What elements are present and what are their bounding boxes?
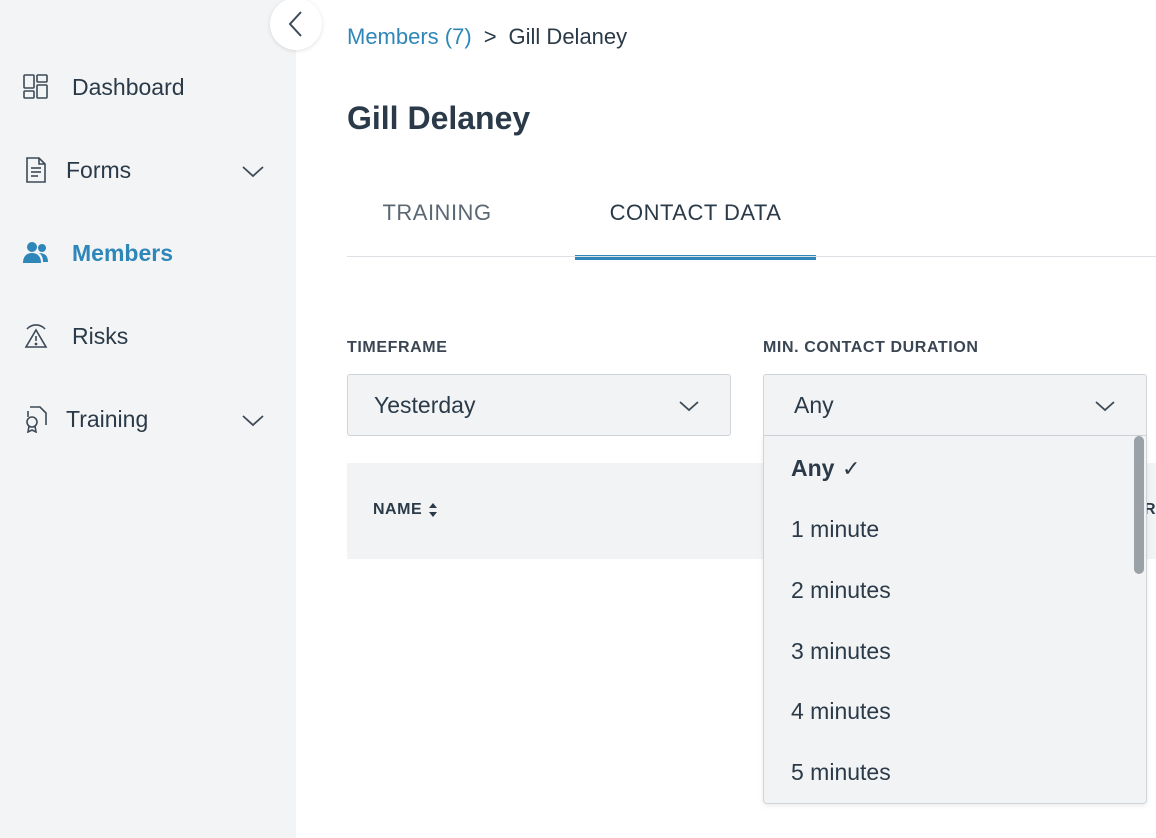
duration-dropdown-list: Any ✓ 1 minute 2 minutes 3 minutes 4 min… (763, 436, 1147, 804)
timeframe-value: Yesterday (374, 392, 476, 418)
breadcrumb: Members (7) > Gill Delaney (347, 24, 627, 50)
option-label: Any (791, 455, 835, 481)
dropdown-scrollbar[interactable] (1134, 436, 1144, 574)
collapse-sidebar-button[interactable] (270, 0, 322, 50)
chevron-down-icon (679, 401, 699, 412)
page-title: Gill Delaney (347, 100, 531, 136)
form-document-icon (26, 157, 46, 183)
certificate-icon (26, 406, 47, 433)
dropdown-option-any[interactable]: Any ✓ (764, 438, 1134, 498)
chevron-left-icon (288, 11, 302, 37)
dropdown-option-3-minutes[interactable]: 3 minutes (764, 621, 1134, 681)
sidebar-item-training[interactable]: Training (0, 389, 296, 449)
sort-icon (429, 503, 438, 517)
sidebar: Dashboard Forms Members Risks Training (0, 0, 296, 838)
tab-contact-data[interactable]: CONTACT DATA (575, 196, 816, 260)
timeframe-select[interactable]: Yesterday (347, 374, 731, 436)
dropdown-option-2-minutes[interactable]: 2 minutes (764, 560, 1134, 620)
dropdown-option-4-minutes[interactable]: 4 minutes (764, 681, 1134, 741)
check-icon: ✓ (842, 456, 861, 481)
duration-label: MIN. CONTACT DURATION (763, 339, 979, 356)
duration-select[interactable]: Any (763, 374, 1147, 436)
sidebar-item-label: Forms (66, 156, 132, 183)
tabs-divider (347, 256, 1156, 257)
sidebar-item-risks[interactable]: Risks (0, 306, 296, 366)
people-icon (23, 242, 48, 263)
sidebar-item-label: Dashboard (72, 73, 185, 100)
timeframe-label: TIMEFRAME (347, 339, 448, 356)
dashboard-grid-icon (23, 74, 48, 99)
option-label: 3 minutes (791, 638, 891, 664)
option-label: 1 minute (791, 516, 880, 542)
sidebar-item-label: Members (72, 239, 173, 266)
option-label: 2 minutes (791, 577, 891, 603)
sidebar-item-label: Training (66, 405, 149, 432)
option-label: 4 minutes (791, 698, 891, 724)
chevron-down-icon[interactable] (240, 407, 266, 433)
warning-triangle-icon (24, 324, 48, 348)
option-label: 5 minutes (791, 759, 891, 785)
tab-training[interactable]: TRAINING (347, 196, 527, 260)
chevron-down-icon[interactable] (240, 158, 266, 184)
breadcrumb-separator: > (483, 24, 497, 49)
duration-value: Any (794, 392, 834, 418)
chevron-down-icon (1095, 401, 1115, 412)
sidebar-item-members[interactable]: Members (0, 223, 296, 283)
sidebar-item-forms[interactable]: Forms (0, 140, 296, 200)
breadcrumb-members-link[interactable]: Members (7) (347, 24, 472, 49)
breadcrumb-current: Gill Delaney (508, 24, 628, 49)
dropdown-option-1-minute[interactable]: 1 minute (764, 499, 1134, 559)
dropdown-option-5-minutes[interactable]: 5 minutes (764, 742, 1134, 802)
sidebar-item-label: Risks (72, 322, 129, 349)
column-header-label: NAME (373, 501, 423, 518)
sidebar-item-dashboard[interactable]: Dashboard (0, 57, 296, 117)
column-header-name[interactable]: NAME (373, 501, 438, 519)
